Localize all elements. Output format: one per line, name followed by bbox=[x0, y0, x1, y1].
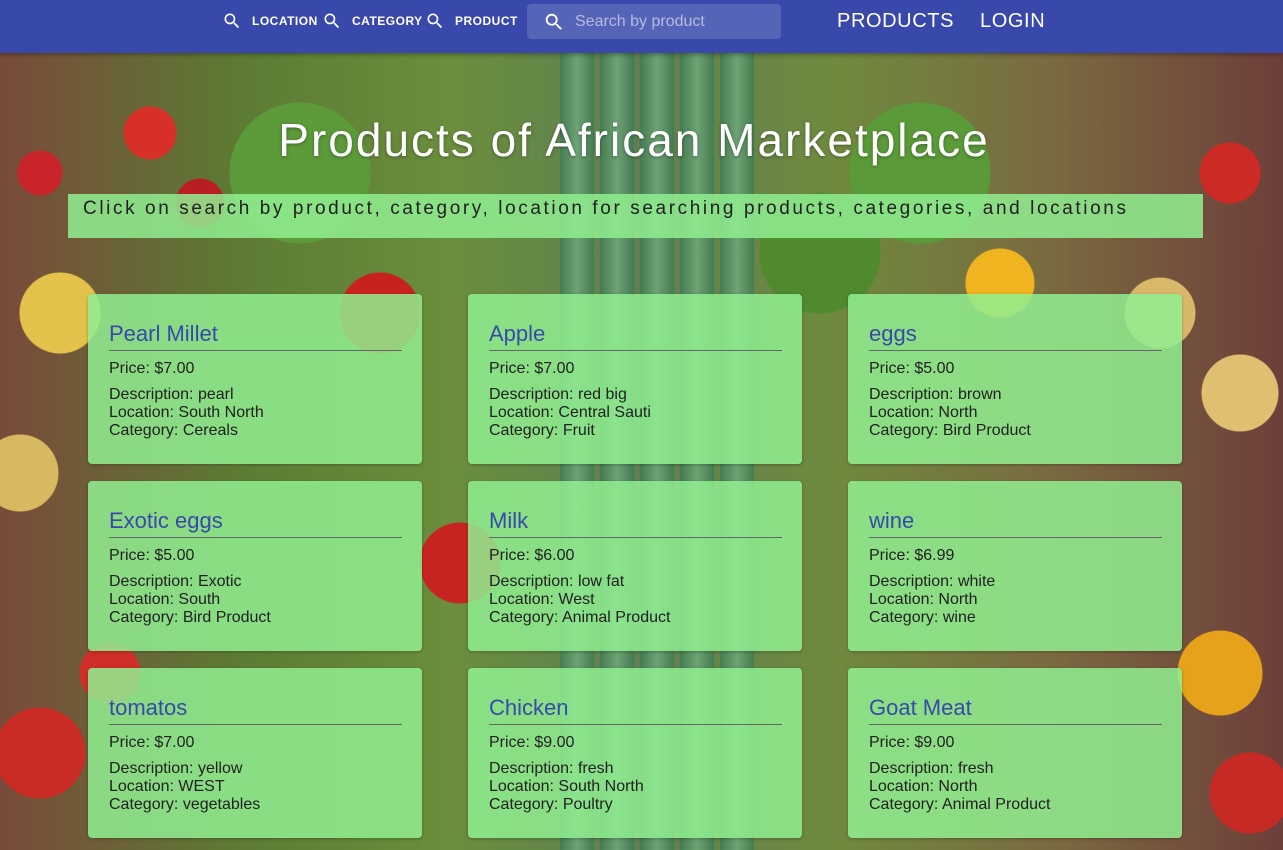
product-category: Category: Animal Product bbox=[869, 796, 1051, 813]
product-price: Price: $7.00 bbox=[489, 360, 575, 377]
product-price: Price: $5.00 bbox=[109, 547, 195, 564]
product-description: Description: fresh bbox=[869, 760, 994, 777]
product-search-box bbox=[527, 4, 781, 39]
product-name: Milk bbox=[489, 507, 782, 538]
product-location: Location: South North bbox=[489, 778, 644, 795]
product-search-input[interactable] bbox=[575, 12, 765, 31]
product-category: Category: Bird Product bbox=[869, 422, 1031, 439]
product-category: Category: Bird Product bbox=[109, 609, 271, 626]
product-category: Category: wine bbox=[869, 609, 976, 626]
product-name: tomatos bbox=[109, 694, 402, 725]
product-price: Price: $6.00 bbox=[489, 547, 575, 564]
product-name: eggs bbox=[869, 320, 1162, 351]
product-name: Apple bbox=[489, 320, 782, 351]
product-price: Price: $7.00 bbox=[109, 734, 195, 751]
product-category: Category: Cereals bbox=[109, 422, 238, 439]
product-card[interactable]: Goat Meat Price: $9.00 Description: fres… bbox=[848, 668, 1182, 838]
product-description: Description: low fat bbox=[489, 573, 625, 590]
product-location: Location: WEST bbox=[109, 778, 225, 795]
search-by-category-button[interactable]: CATEGORY bbox=[322, 10, 423, 32]
product-name: Chicken bbox=[489, 694, 782, 725]
product-description: Description: fresh bbox=[489, 760, 614, 777]
product-label: PRODUCT bbox=[455, 14, 518, 28]
product-description: Description: pearl bbox=[109, 386, 234, 403]
product-name: Exotic eggs bbox=[109, 507, 402, 538]
product-card[interactable]: Pearl Millet Price: $7.00 Description: p… bbox=[88, 294, 422, 464]
product-price: Price: $5.00 bbox=[869, 360, 955, 377]
page-title: Products of African Marketplace bbox=[278, 114, 990, 166]
product-location: Location: South bbox=[109, 591, 221, 608]
search-icon bbox=[324, 13, 340, 29]
product-price: Price: $7.00 bbox=[109, 360, 195, 377]
location-label: LOCATION bbox=[252, 14, 318, 28]
product-price: Price: $9.00 bbox=[489, 734, 575, 751]
category-label: CATEGORY bbox=[352, 14, 423, 28]
product-description: Description: brown bbox=[869, 386, 1002, 403]
product-description: Description: white bbox=[869, 573, 996, 590]
product-description: Description: red big bbox=[489, 386, 627, 403]
products-link[interactable]: PRODUCTS bbox=[837, 10, 954, 33]
product-category: Category: Poultry bbox=[489, 796, 613, 813]
product-price: Price: $6.99 bbox=[869, 547, 955, 564]
login-link[interactable]: LOGIN bbox=[980, 10, 1045, 33]
product-card[interactable]: Exotic eggs Price: $5.00 Description: Ex… bbox=[88, 481, 422, 651]
product-category: Category: Fruit bbox=[489, 422, 595, 439]
product-category: Category: vegetables bbox=[109, 796, 261, 813]
product-name: Goat Meat bbox=[869, 694, 1162, 725]
search-by-location-button[interactable]: LOCATION bbox=[222, 10, 318, 32]
product-card[interactable]: tomatos Price: $7.00 Description: yellow… bbox=[88, 668, 422, 838]
search-icon bbox=[545, 13, 562, 30]
product-location: Location: North bbox=[869, 404, 978, 421]
product-category: Category: Animal Product bbox=[489, 609, 671, 626]
search-icon bbox=[427, 13, 443, 29]
product-price: Price: $9.00 bbox=[869, 734, 955, 751]
product-location: Location: West bbox=[489, 591, 595, 608]
search-by-product-button[interactable]: PRODUCT bbox=[425, 10, 518, 32]
product-card[interactable]: Chicken Price: $9.00 Description: fresh … bbox=[468, 668, 802, 838]
product-location: Location: South North bbox=[109, 404, 264, 421]
product-card[interactable]: eggs Price: $5.00 Description: brown Loc… bbox=[848, 294, 1182, 464]
page-subtitle: Click on search by product, category, lo… bbox=[68, 194, 1203, 238]
product-name: Pearl Millet bbox=[109, 320, 402, 351]
product-location: Location: North bbox=[869, 591, 978, 608]
product-card[interactable]: Milk Price: $6.00 Description: low fat L… bbox=[468, 481, 802, 651]
app-bar: LOCATION CATEGORY PRODUCT PRODUCTS LOGIN bbox=[0, 0, 1283, 53]
product-location: Location: Central Sauti bbox=[489, 404, 651, 421]
product-description: Description: Exotic bbox=[109, 573, 242, 590]
product-location: Location: North bbox=[869, 778, 978, 795]
product-card[interactable]: Apple Price: $7.00 Description: red big … bbox=[468, 294, 802, 464]
product-name: wine bbox=[869, 507, 1162, 538]
product-card[interactable]: wine Price: $6.99 Description: white Loc… bbox=[848, 481, 1182, 651]
product-description: Description: yellow bbox=[109, 760, 243, 777]
search-icon bbox=[224, 13, 240, 29]
